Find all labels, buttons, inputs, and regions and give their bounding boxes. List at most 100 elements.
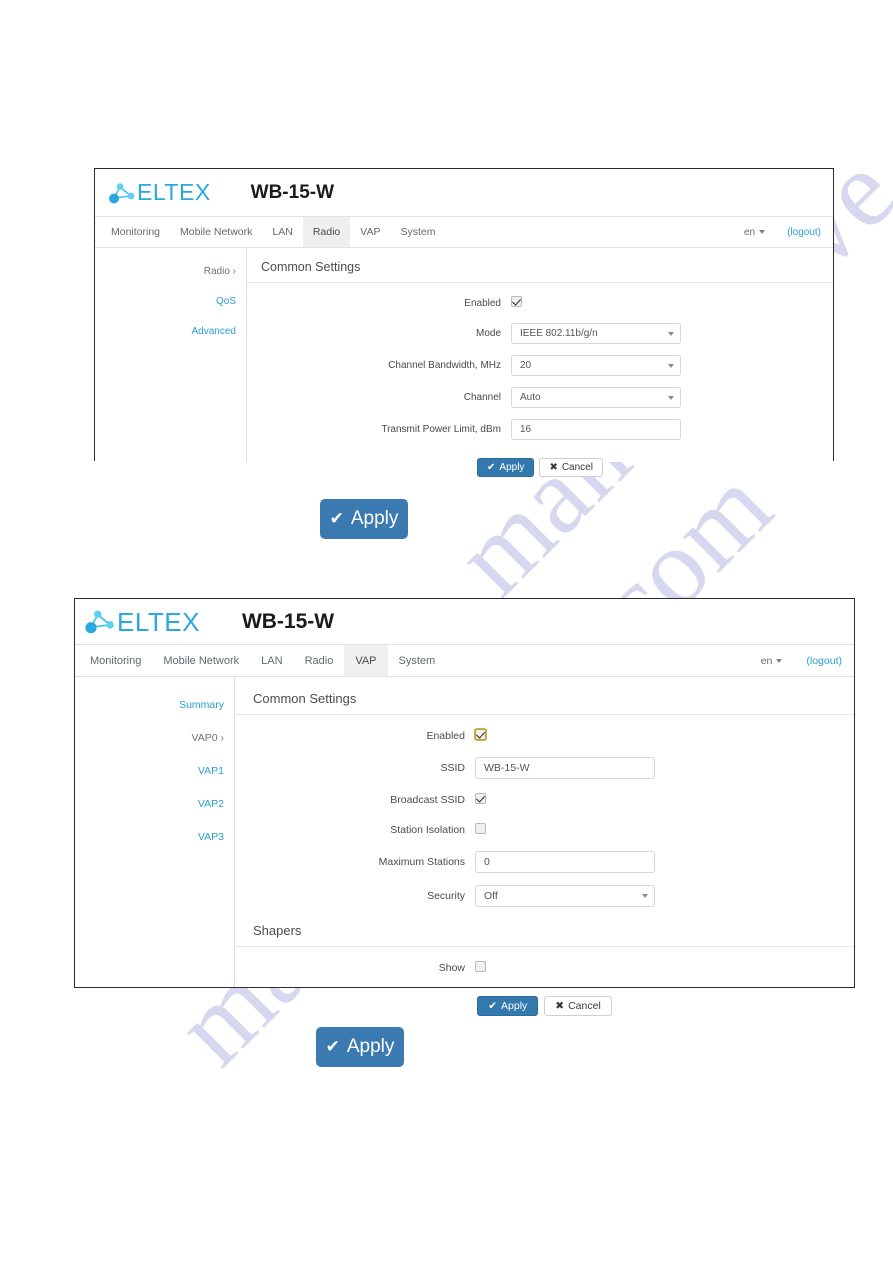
transmit-power-limit-value: 16 [520, 424, 532, 435]
language-selector[interactable]: en [743, 226, 766, 238]
ssid-input[interactable]: WB-15-W [475, 757, 655, 779]
field-row-station-isolation: Station Isolation [235, 821, 854, 839]
check-icon: ✔ [329, 509, 344, 528]
broadcast-ssid-checkbox[interactable] [475, 793, 486, 804]
station-isolation-checkbox[interactable] [475, 823, 486, 834]
section-title-common-settings: Common Settings [247, 260, 833, 283]
channel-bandwidth-value: 20 [520, 360, 532, 371]
main-nav: Monitoring Mobile Network LAN Radio VAP … [95, 216, 833, 248]
sidebar-item-qos[interactable]: QoS [216, 296, 236, 307]
chevron-down-icon [668, 331, 674, 336]
chevron-down-icon [668, 363, 674, 368]
language-label: en [760, 654, 773, 667]
tab-lan[interactable]: LAN [250, 645, 293, 676]
tab-lan[interactable]: LAN [262, 217, 302, 247]
tab-mobile-network[interactable]: Mobile Network [152, 645, 250, 676]
field-label: Mode [475, 328, 501, 339]
security-value: Off [484, 890, 498, 902]
eltex-logo: ELTEX [107, 181, 211, 205]
radio-settings-screenshot: ELTEX WB-15-W Monitoring Mobile Network … [94, 168, 834, 477]
channel-bandwidth-select[interactable]: 20 [511, 355, 681, 376]
mode-select[interactable]: IEEE 802.11b/g/n [511, 323, 681, 344]
field-label: Enabled [464, 297, 501, 309]
field-label: SSID [440, 762, 465, 774]
field-label: Enabled [426, 730, 465, 742]
field-control [475, 727, 486, 745]
sidebar-item-vap2[interactable]: VAP2 [198, 798, 224, 810]
ssid-value: WB-15-W [484, 762, 530, 774]
field-row-channel-bandwidth: Channel Bandwidth, MHz 20 [247, 355, 833, 376]
field-label: Maximum Stations [378, 856, 465, 868]
tab-system[interactable]: System [388, 645, 447, 676]
maximum-stations-input[interactable]: 0 [475, 851, 655, 873]
sidebar-item-radio[interactable]: Radio › [204, 266, 236, 277]
chevron-down-icon [642, 894, 648, 898]
field-label: Security [427, 890, 465, 902]
field-control: IEEE 802.11b/g/n [511, 323, 681, 344]
field-row-transmit-power-limit: Transmit Power Limit, dBm 16 [247, 419, 833, 440]
field-control: 0 [475, 851, 655, 873]
standalone-apply-button[interactable]: ✔ Apply [320, 499, 408, 539]
apply-button[interactable]: ✔ Apply [477, 458, 535, 477]
chevron-down-icon [776, 658, 783, 663]
main-nav: Monitoring Mobile Network LAN Radio VAP … [75, 644, 854, 677]
enabled-checkbox[interactable] [475, 729, 486, 740]
maximum-stations-value: 0 [484, 856, 490, 868]
field-control: Off [475, 885, 655, 907]
tab-mobile-network[interactable]: Mobile Network [170, 217, 262, 247]
sidebar-item-summary[interactable]: Summary [179, 699, 224, 711]
molecule-logo-icon [109, 182, 135, 203]
settings-form: Common Settings Enabled SSID WB-15-W Bro… [235, 677, 854, 1016]
standalone-apply-button[interactable]: ✔ Apply [316, 1027, 404, 1067]
language-label: en [743, 226, 756, 238]
transmit-power-limit-input[interactable]: 16 [511, 419, 681, 440]
field-label: Transmit Power Limit, dBm [381, 424, 501, 435]
form-actions: ✔ Apply ✖ Cancel [235, 996, 854, 1016]
language-selector[interactable]: en [761, 655, 783, 667]
tab-radio[interactable]: Radio [302, 217, 351, 247]
field-control [511, 294, 522, 312]
enabled-checkbox[interactable] [511, 296, 522, 307]
tab-radio[interactable]: Radio [294, 645, 345, 676]
eltex-logo: ELTEX [83, 608, 200, 635]
close-icon: ✖ [549, 461, 558, 473]
tab-monitoring[interactable]: Monitoring [79, 645, 152, 676]
sidebar-item-advanced[interactable]: Advanced [192, 326, 236, 337]
sidebar-item-vap0[interactable]: VAP0 › [192, 732, 224, 744]
channel-value: Auto [520, 392, 541, 403]
field-row-broadcast-ssid: Broadcast SSID [235, 791, 854, 809]
tab-system[interactable]: System [391, 217, 446, 247]
apply-button-label: Apply [499, 462, 525, 473]
standalone-apply-label: Apply [346, 1036, 395, 1057]
logout-link[interactable]: (logout) [806, 655, 842, 667]
tab-vap[interactable]: VAP [350, 217, 390, 247]
side-nav: Radio › QoS Advanced [95, 248, 247, 462]
field-row-mode: Mode IEEE 802.11b/g/n [247, 323, 833, 344]
field-row-show: Show [235, 959, 854, 977]
apply-button-label: Apply [501, 1000, 528, 1012]
apply-button[interactable]: ✔ Apply [477, 996, 539, 1016]
channel-select[interactable]: Auto [511, 387, 681, 408]
cancel-button[interactable]: ✖ Cancel [539, 458, 603, 477]
vap-settings-screenshot: ELTEX WB-15-W Monitoring Mobile Network … [74, 598, 855, 1016]
device-title: WB-15-W [250, 181, 335, 203]
tab-vap[interactable]: VAP [344, 645, 388, 676]
sidebar-item-vap3[interactable]: VAP3 [198, 831, 224, 843]
chevron-down-icon [759, 230, 766, 234]
check-icon: ✔ [325, 1037, 340, 1056]
field-control: WB-15-W [475, 757, 655, 779]
device-title: WB-15-W [241, 609, 335, 633]
cancel-button-label: Cancel [561, 462, 593, 473]
field-row-security: Security Off [235, 885, 854, 907]
nav-right-group: en (logout) [744, 217, 821, 247]
tab-monitoring[interactable]: Monitoring [101, 217, 170, 247]
show-shapers-checkbox[interactable] [475, 961, 486, 972]
side-nav: Summary VAP0 › VAP1 VAP2 VAP3 [75, 677, 235, 987]
logout-link[interactable]: (logout) [787, 227, 821, 238]
security-select[interactable]: Off [475, 885, 655, 907]
sidebar-item-vap1[interactable]: VAP1 [198, 765, 224, 777]
field-label: Channel Bandwidth, MHz [388, 360, 501, 371]
cancel-button[interactable]: ✖ Cancel [544, 996, 612, 1016]
field-row-enabled: Enabled [235, 727, 854, 745]
field-row-enabled: Enabled [247, 294, 833, 312]
